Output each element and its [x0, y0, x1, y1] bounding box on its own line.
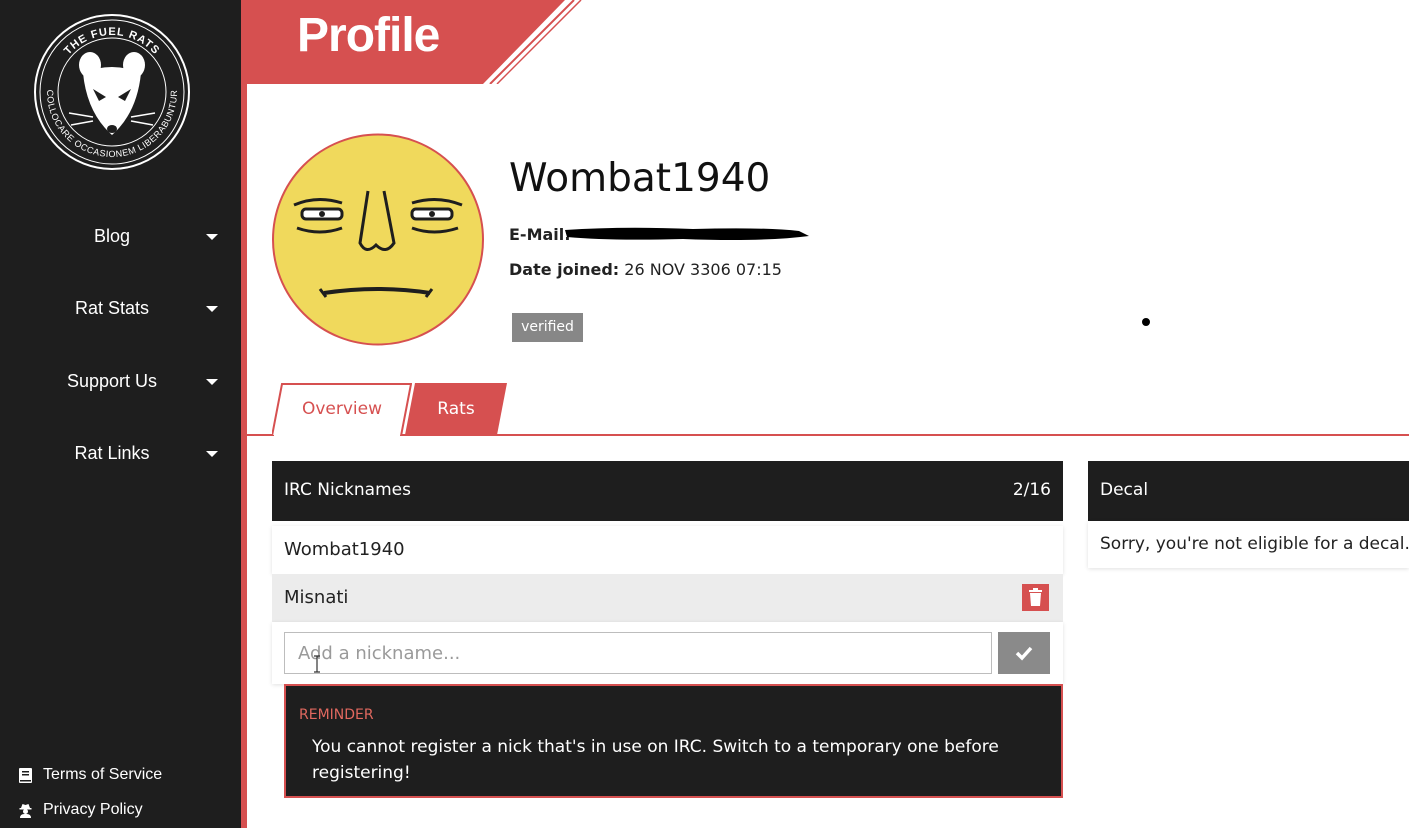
decal-header: Decal	[1088, 461, 1409, 521]
rat-head-icon	[68, 52, 156, 135]
add-nickname-row	[272, 622, 1063, 684]
reminder-title: REMINDER	[299, 707, 374, 723]
terms-of-service-label: Terms of Service	[43, 766, 163, 783]
date-joined-value: 26 NOV 3306 07:15	[624, 260, 782, 279]
fuel-rats-logo[interactable]: THE FUEL RATS COLLOCARE OCCASIONEM LIBER…	[33, 13, 191, 171]
book-icon	[19, 768, 32, 783]
text-cursor-icon	[314, 655, 320, 673]
content-left-rail	[241, 0, 247, 828]
nickname-row: Misnati	[272, 574, 1063, 622]
stray-dot	[1142, 318, 1150, 326]
check-icon	[1015, 646, 1033, 661]
nav-support-us-label: Support Us	[66, 371, 158, 391]
irc-nicknames-count: 2/16	[1012, 480, 1051, 500]
page-title: Profile	[297, 9, 440, 62]
decal-body: Sorry, you're not eligible for a decal.	[1088, 521, 1409, 568]
nav-blog[interactable]: Blog	[0, 216, 241, 256]
nav-blog-label: Blog	[93, 226, 131, 246]
date-joined-label: Date joined:	[509, 260, 620, 279]
nav-rat-stats[interactable]: Rat Stats	[0, 288, 241, 328]
tab-overview[interactable]: Overview	[272, 383, 412, 436]
nav-rat-links[interactable]: Rat Links	[0, 433, 241, 473]
sidebar: THE FUEL RATS COLLOCARE OCCASIONEM LIBER…	[0, 0, 241, 828]
nickname-value: Wombat1940	[284, 539, 405, 560]
avatar	[272, 133, 484, 346]
decal-title: Decal	[1100, 480, 1149, 500]
delete-nickname-button[interactable]	[1022, 584, 1049, 611]
email-row: E-Mail:	[509, 225, 571, 244]
profile-username: Wombat1940	[509, 156, 771, 201]
app-root: THE FUEL RATS COLLOCARE OCCASIONEM LIBER…	[0, 0, 1409, 828]
caret-down-icon	[206, 379, 218, 385]
irc-nicknames-header: IRC Nicknames 2/16	[272, 461, 1063, 521]
nav-rat-stats-label: Rat Stats	[74, 298, 150, 318]
caret-down-icon	[206, 451, 218, 457]
date-joined-row: Date joined: 26 NOV 3306 07:15	[509, 260, 782, 279]
irc-nicknames-title: IRC Nicknames	[284, 480, 411, 500]
nickname-row: Wombat1940	[272, 526, 1063, 574]
logo-top-text: THE FUEL RATS	[62, 26, 161, 57]
tab-overview-label: Overview	[301, 399, 383, 419]
nickname-value: Misnati	[284, 587, 349, 608]
decal-message: Sorry, you're not eligible for a decal.	[1100, 534, 1409, 554]
nav-support-us[interactable]: Support Us	[0, 361, 241, 401]
nav-rat-links-label: Rat Links	[74, 443, 150, 463]
privacy-policy-label: Privacy Policy	[43, 801, 143, 818]
trash-icon	[1029, 588, 1042, 606]
tab-rats[interactable]: Rats	[405, 383, 507, 435]
tab-rats-label: Rats	[437, 399, 475, 419]
email-label: E-Mail:	[509, 225, 571, 244]
reminder-box: REMINDER You cannot register a nick that…	[284, 684, 1063, 798]
email-redaction	[565, 227, 809, 240]
reminder-text: You cannot register a nick that's in use…	[312, 737, 999, 783]
caret-down-icon	[206, 306, 218, 312]
add-nickname-submit-button[interactable]	[998, 632, 1050, 674]
caret-down-icon	[206, 234, 218, 240]
svg-text:THE FUEL RATS: THE FUEL RATS	[62, 26, 162, 57]
add-nickname-input[interactable]	[284, 632, 992, 674]
user-secret-icon	[19, 804, 32, 818]
verified-badge: verified	[512, 313, 583, 342]
